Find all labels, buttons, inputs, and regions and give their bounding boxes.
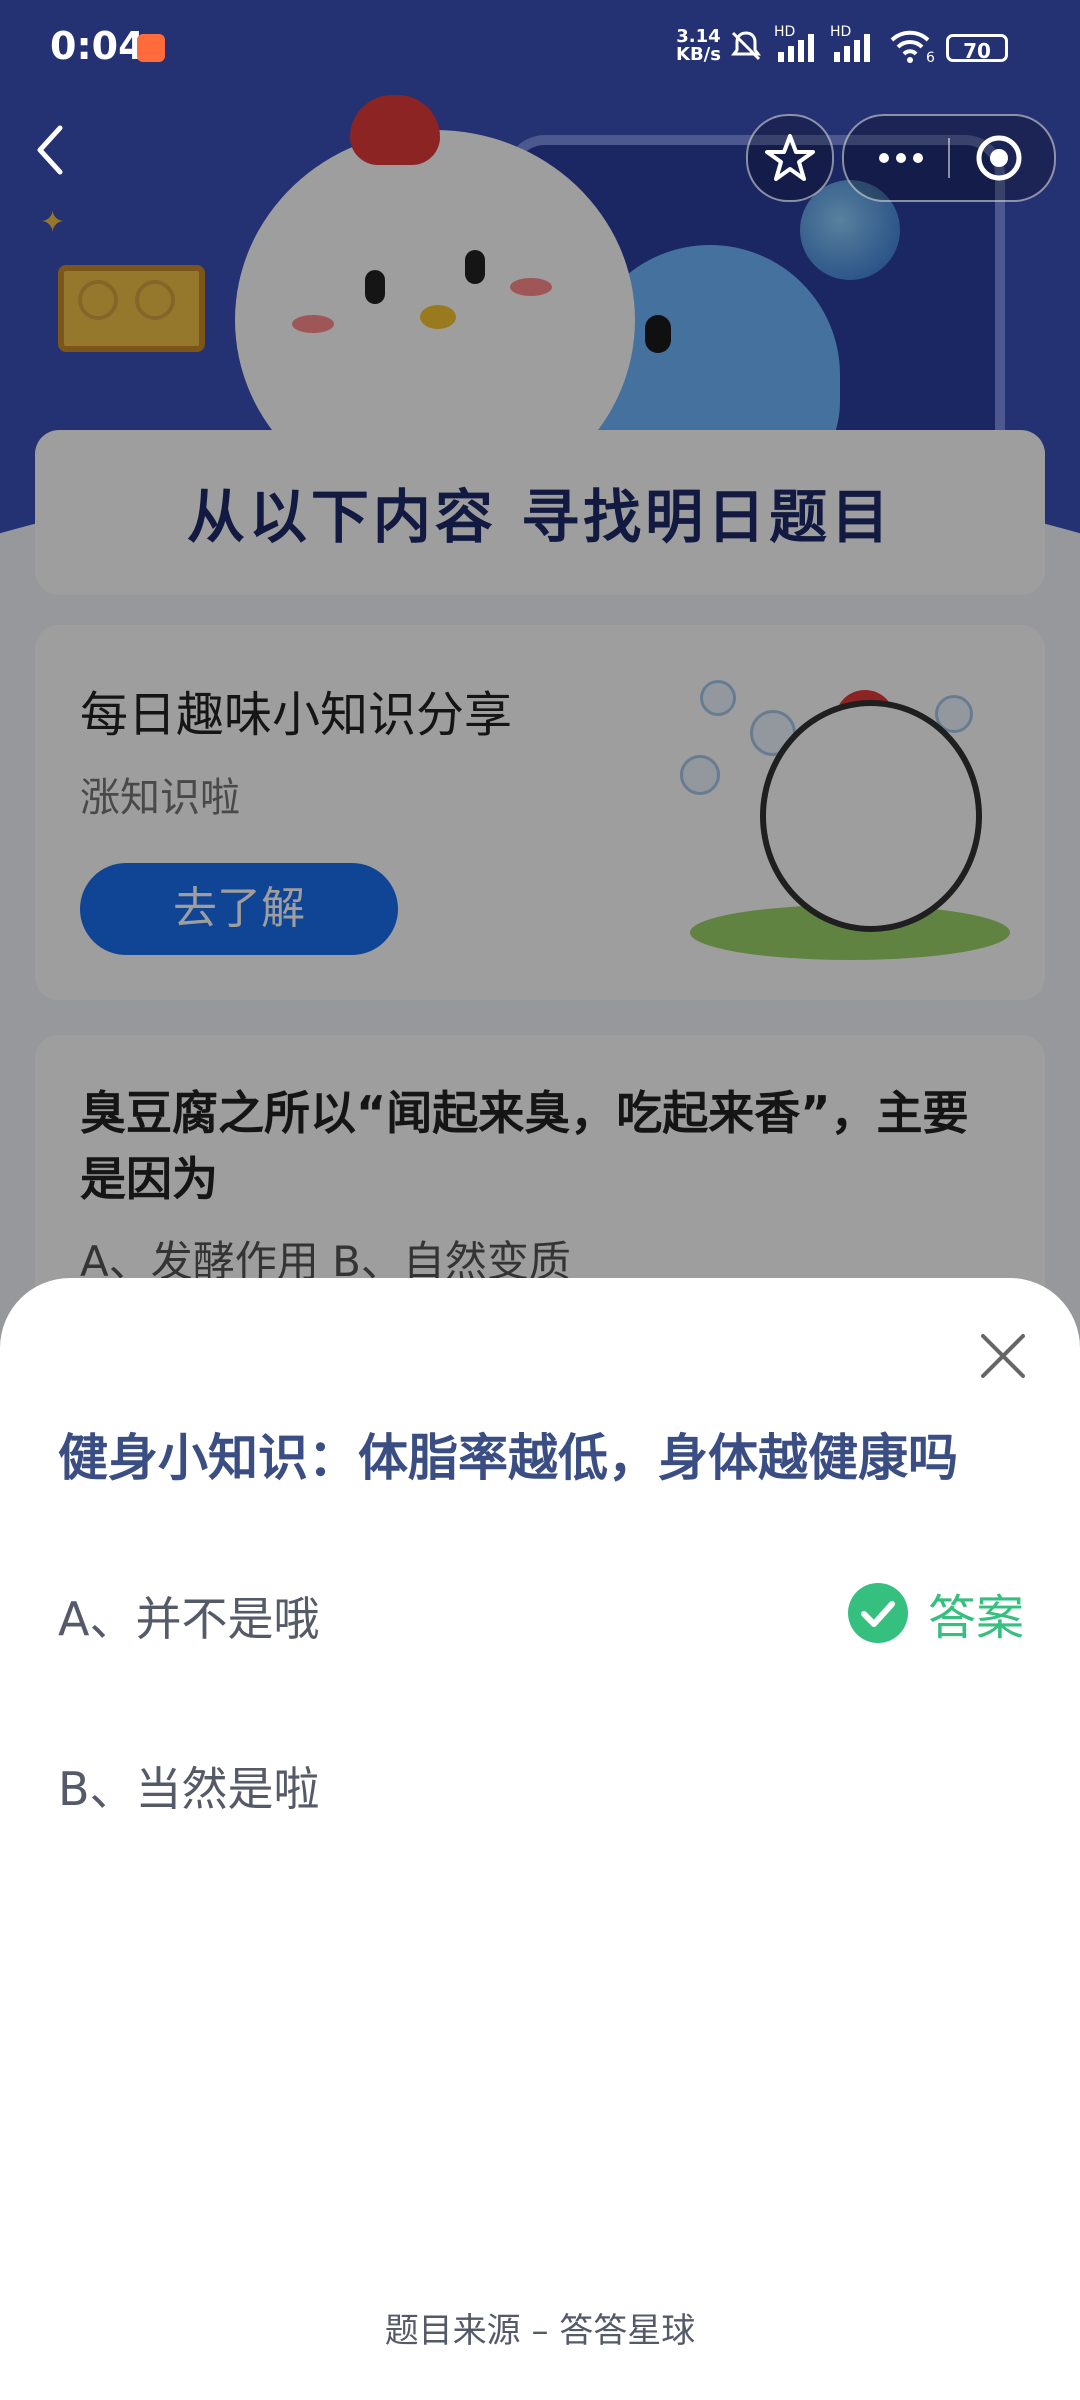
signal-icon: HD bbox=[774, 24, 818, 71]
sheet-question: 健身小知识：体脂率越低，身体越健康吗 bbox=[58, 1429, 958, 1487]
option-a[interactable]: A、并不是哦 bbox=[58, 1583, 319, 1649]
signal-hd-label: HD bbox=[830, 24, 852, 40]
answer-badge: 答案 bbox=[848, 1582, 1024, 1646]
status-time: 0:04 bbox=[50, 24, 145, 68]
answer-label: 答案 bbox=[928, 1590, 1025, 1646]
status-bar: 0:04 3.14 KB/s HD HD 6 70 bbox=[0, 0, 1080, 100]
target-icon[interactable] bbox=[974, 133, 1024, 183]
more-dots-icon[interactable] bbox=[876, 146, 926, 170]
close-icon[interactable] bbox=[975, 1328, 1031, 1384]
signal-hd-label: HD bbox=[774, 24, 796, 40]
mute-bell-icon bbox=[731, 31, 761, 61]
battery-icon: 70 bbox=[946, 34, 1008, 63]
question-source: 题目来源 – 答答星球 bbox=[384, 2311, 696, 2351]
network-speed-unit: KB/s bbox=[676, 44, 721, 65]
miniapp-capsule bbox=[842, 114, 1056, 202]
star-icon bbox=[765, 134, 815, 181]
chevron-left-icon[interactable] bbox=[30, 120, 70, 180]
network-speed: 3.14 KB/s bbox=[676, 28, 721, 64]
check-circle-icon bbox=[848, 1583, 908, 1643]
wifi-sub-label: 6 bbox=[926, 50, 935, 66]
signal-icon: HD bbox=[830, 24, 874, 71]
capsule-divider bbox=[948, 138, 950, 178]
option-b[interactable]: B、当然是啦 bbox=[58, 1753, 320, 1819]
weibo-notification-icon bbox=[137, 34, 165, 62]
favorite-button[interactable] bbox=[746, 114, 834, 202]
wifi-icon: 6 bbox=[888, 28, 935, 71]
